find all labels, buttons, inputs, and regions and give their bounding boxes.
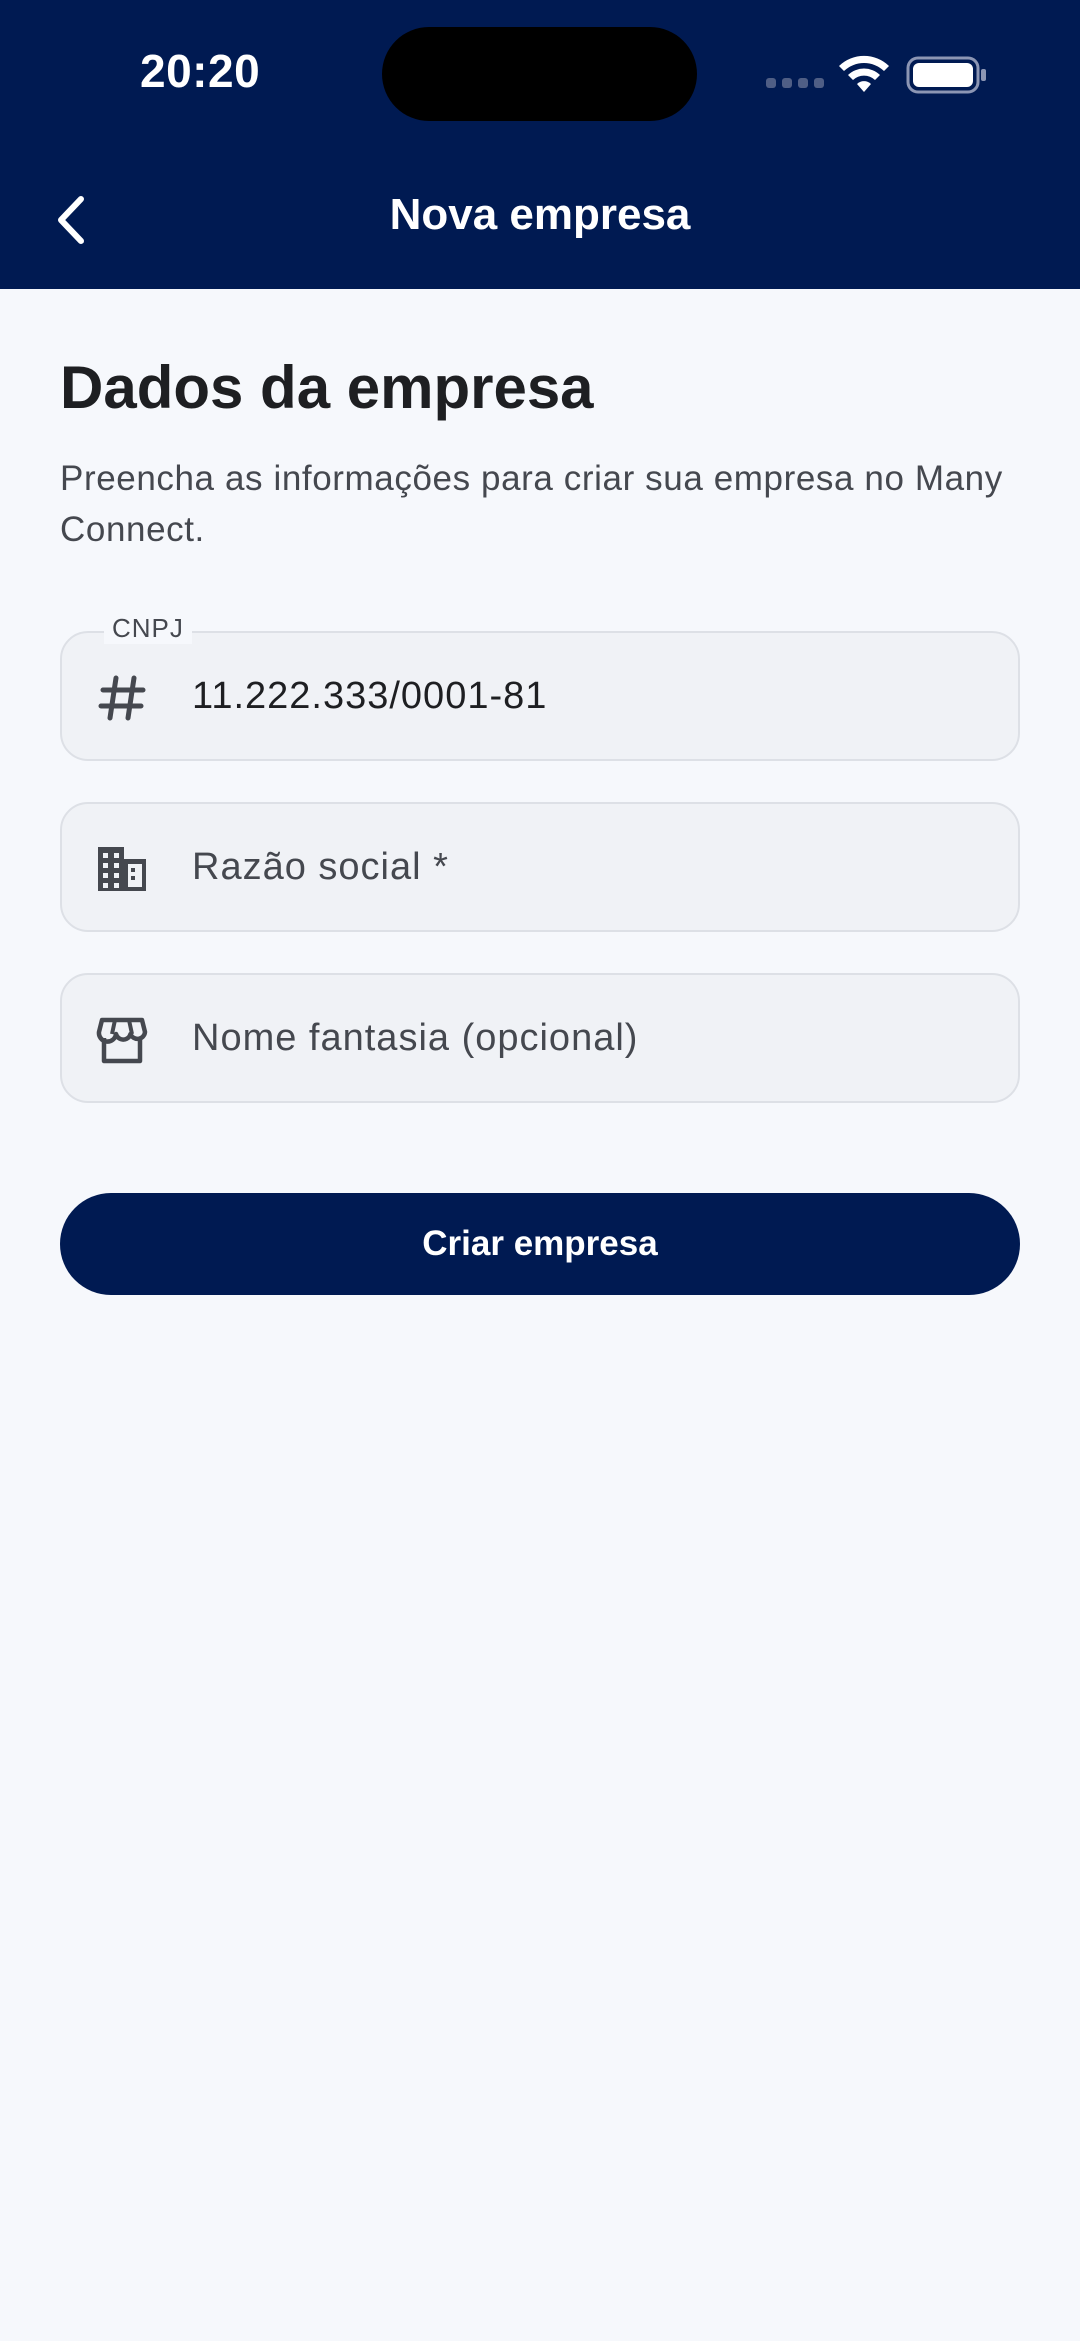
status-time: 20:20 <box>140 45 261 97</box>
store-icon <box>96 1017 148 1064</box>
app-header: 20:20 Nova empresa <box>0 0 1080 289</box>
screen: 20:20 Nova empresa Dados da empresa Pree… <box>0 0 1080 2341</box>
cnpj-input[interactable] <box>192 633 992 759</box>
nome-fantasia-input[interactable] <box>192 975 992 1101</box>
dynamic-island <box>382 27 697 121</box>
section-title: Dados da empresa <box>60 354 594 421</box>
razao-social-field[interactable] <box>60 802 1020 932</box>
cellular-signal-icon <box>766 78 824 88</box>
cnpj-label: CNPJ <box>104 613 192 644</box>
battery-icon <box>906 56 986 94</box>
hash-icon <box>98 675 146 721</box>
nome-fantasia-field[interactable] <box>60 973 1020 1103</box>
building-icon <box>98 847 146 891</box>
cnpj-field[interactable]: CNPJ <box>60 613 1020 761</box>
razao-social-input[interactable] <box>192 804 992 930</box>
page-title: Nova empresa <box>389 190 691 239</box>
section-subtitle: Preencha as informações para criar sua e… <box>60 459 1003 549</box>
create-company-button[interactable]: Criar empresa <box>60 1193 1020 1295</box>
wifi-icon <box>839 55 889 92</box>
